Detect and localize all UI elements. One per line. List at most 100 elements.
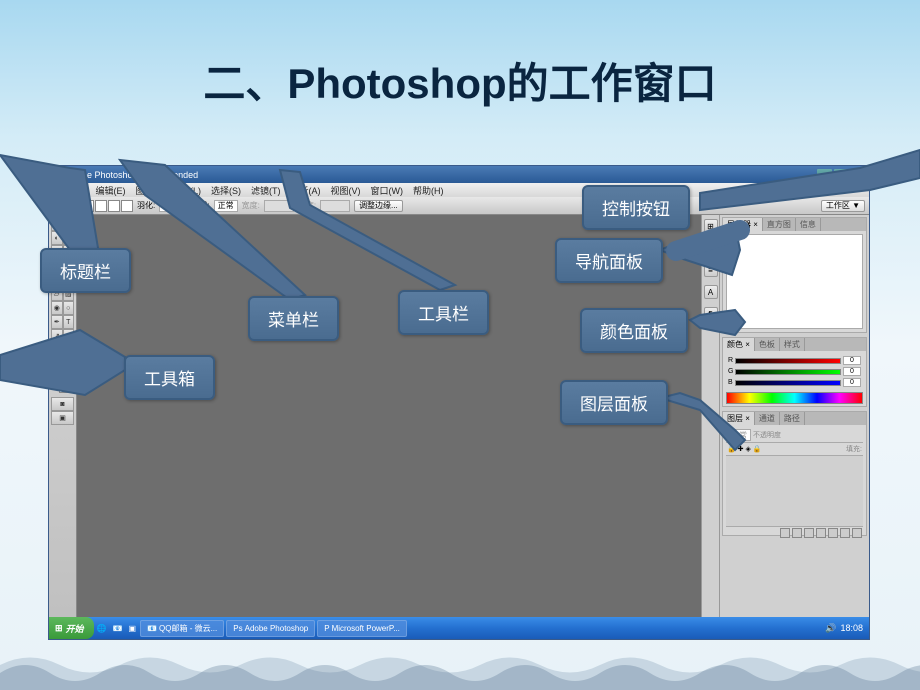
r-value[interactable]: 0 — [843, 356, 861, 365]
menu-file[interactable]: 文件(F) — [51, 184, 91, 197]
color-tab[interactable]: 颜色 × — [723, 338, 755, 351]
blend-mode-select[interactable]: 正常 — [727, 429, 751, 441]
move-tool[interactable]: ↖ — [51, 217, 63, 231]
quick-launch-icon[interactable]: 📧 — [111, 620, 125, 637]
blur-tool[interactable]: ◉ — [51, 301, 63, 315]
foreground-color[interactable] — [51, 373, 63, 385]
info-tab[interactable]: 信息 — [796, 218, 821, 231]
swatches-tab[interactable]: 色板 — [755, 338, 780, 351]
options-bar: 羽化: 0 px 样式: 正常 宽度: 高度: 调整边缘... 工作区 ▼ — [49, 197, 869, 215]
quick-launch-icon[interactable]: ▣ — [127, 620, 139, 637]
tool-preset[interactable] — [53, 200, 73, 212]
tray-icon[interactable]: 🔊 — [825, 623, 836, 634]
strip-icon[interactable]: ≡ — [704, 263, 718, 277]
lock-icons[interactable]: 🔒 ✚ ◈ 🔒 — [727, 445, 762, 453]
shape-tool[interactable]: ▢ — [63, 329, 75, 343]
slide-title: 二、Photoshop的工作窗口 — [0, 0, 920, 131]
paths-tab[interactable]: 路径 — [780, 412, 805, 425]
system-tray[interactable]: 🔊 18:08 — [819, 623, 869, 634]
histogram-tab[interactable]: 直方图 — [763, 218, 796, 231]
link-layer-icon[interactable] — [780, 528, 790, 538]
quickmask-toggle[interactable]: ◙ — [51, 397, 74, 411]
maximize-button[interactable]: □ — [834, 169, 849, 181]
workspace-menu[interactable]: 工作区 ▼ — [821, 200, 865, 212]
fx-icon[interactable] — [792, 528, 802, 538]
adjustment-icon[interactable] — [816, 528, 826, 538]
b-label: B — [728, 379, 733, 386]
g-value[interactable]: 0 — [843, 367, 861, 376]
b-value[interactable]: 0 — [843, 378, 861, 387]
taskbar-app[interactable]: PMicrosoft PowerP... — [317, 620, 407, 637]
navigator-preview[interactable] — [726, 234, 863, 329]
wand-tool[interactable]: ✦ — [63, 231, 75, 245]
strip-icon[interactable]: ¶ — [704, 307, 718, 321]
callout-toolbox: 工具箱 — [124, 355, 215, 400]
trash-icon[interactable] — [852, 528, 862, 538]
notes-tool[interactable]: ✎ — [51, 343, 63, 357]
quick-launch-icon[interactable]: 🌐 — [95, 620, 109, 637]
strip-icon[interactable]: ✕ — [704, 241, 718, 255]
strip-icon[interactable]: A — [704, 285, 718, 299]
menu-help[interactable]: 帮助(H) — [408, 184, 449, 197]
marquee-tool[interactable]: ▭ — [63, 217, 75, 231]
opacity-label: 不透明度 — [753, 430, 781, 440]
r-label: R — [728, 357, 733, 364]
menu-view[interactable]: 视图(V) — [326, 184, 366, 197]
g-slider[interactable] — [735, 369, 841, 375]
minimize-button[interactable]: _ — [817, 169, 832, 181]
panels-dock: 导航器 × 直方图 信息 颜色 × 色板 样式 R 0 G 0 B 0 — [719, 215, 869, 617]
layers-footer — [726, 526, 863, 539]
menu-analysis[interactable]: 分析(A) — [286, 184, 326, 197]
spectrum-picker[interactable] — [726, 392, 863, 404]
dodge-tool[interactable]: ○ — [63, 301, 75, 315]
new-layer-icon[interactable] — [840, 528, 850, 538]
path-tool[interactable]: ↗ — [51, 329, 63, 343]
clock: 18:08 — [840, 623, 863, 633]
menu-edit[interactable]: 编辑(E) — [91, 184, 131, 197]
menu-window[interactable]: 窗口(W) — [366, 184, 409, 197]
selection-mode-icons[interactable] — [82, 200, 133, 212]
lasso-tool[interactable]: ◐ — [51, 231, 63, 245]
taskbar-app[interactable]: 📧QQ邮箱 - 微云... — [140, 620, 224, 637]
pen-tool[interactable]: ✒ — [51, 315, 63, 329]
refine-edge-button[interactable]: 调整边缘... — [354, 200, 403, 212]
eyedropper-tool[interactable]: ✐ — [63, 343, 75, 357]
type-tool[interactable]: T — [63, 315, 75, 329]
layers-panel: 图层 × 通道 路径 正常 不透明度 🔒 ✚ ◈ 🔒 填充: — [722, 411, 867, 536]
color-swatches[interactable] — [51, 373, 75, 393]
b-slider[interactable] — [735, 380, 841, 386]
callout-titlebar: 标题栏 — [40, 248, 131, 293]
menu-image[interactable]: 图像(I) — [131, 184, 168, 197]
hand-tool[interactable]: ✋ — [51, 357, 63, 371]
menu-layer[interactable]: 图层(L) — [167, 184, 206, 197]
start-button[interactable]: ⊞ 开始 — [49, 617, 94, 639]
close-button[interactable]: × — [851, 169, 866, 181]
strip-icon[interactable]: ⊞ — [704, 219, 718, 233]
feather-input[interactable]: 0 px — [159, 200, 182, 212]
windows-taskbar: ⊞ 开始 🌐 📧 ▣ 📧QQ邮箱 - 微云... PsAdobe Photosh… — [49, 617, 869, 639]
menubar: 文件(F) 编辑(E) 图像(I) 图层(L) 选择(S) 滤镜(T) 分析(A… — [49, 183, 869, 197]
channels-tab[interactable]: 通道 — [755, 412, 780, 425]
screenmode-toggle[interactable]: ▣ — [51, 411, 74, 425]
callout-color: 颜色面板 — [580, 308, 688, 353]
callout-control: 控制按钮 — [582, 185, 690, 230]
style-label: 样式: — [191, 200, 209, 211]
callout-navigator: 导航面板 — [555, 238, 663, 283]
width-input — [264, 200, 294, 212]
style-select[interactable]: 正常 — [214, 200, 238, 212]
panel-strip: ⊞ ✕ ≡ A ¶ — [701, 215, 719, 617]
mask-icon[interactable] — [804, 528, 814, 538]
styles-tab[interactable]: 样式 — [780, 338, 805, 351]
taskbar-app[interactable]: PsAdobe Photoshop — [226, 620, 315, 637]
menu-filter[interactable]: 滤镜(T) — [246, 184, 286, 197]
navigator-tab[interactable]: 导航器 × — [723, 218, 763, 231]
g-label: G — [728, 368, 733, 375]
menu-select[interactable]: 选择(S) — [206, 184, 246, 197]
titlebar[interactable]: Adobe Photoshop CS3 Extended _ □ × — [49, 166, 869, 183]
layers-tab[interactable]: 图层 × — [723, 412, 755, 425]
group-icon[interactable] — [828, 528, 838, 538]
layers-list[interactable] — [726, 456, 863, 526]
zoom-tool[interactable]: 🔍 — [63, 357, 75, 371]
r-slider[interactable] — [735, 358, 841, 364]
callout-menubar: 菜单栏 — [248, 296, 339, 341]
